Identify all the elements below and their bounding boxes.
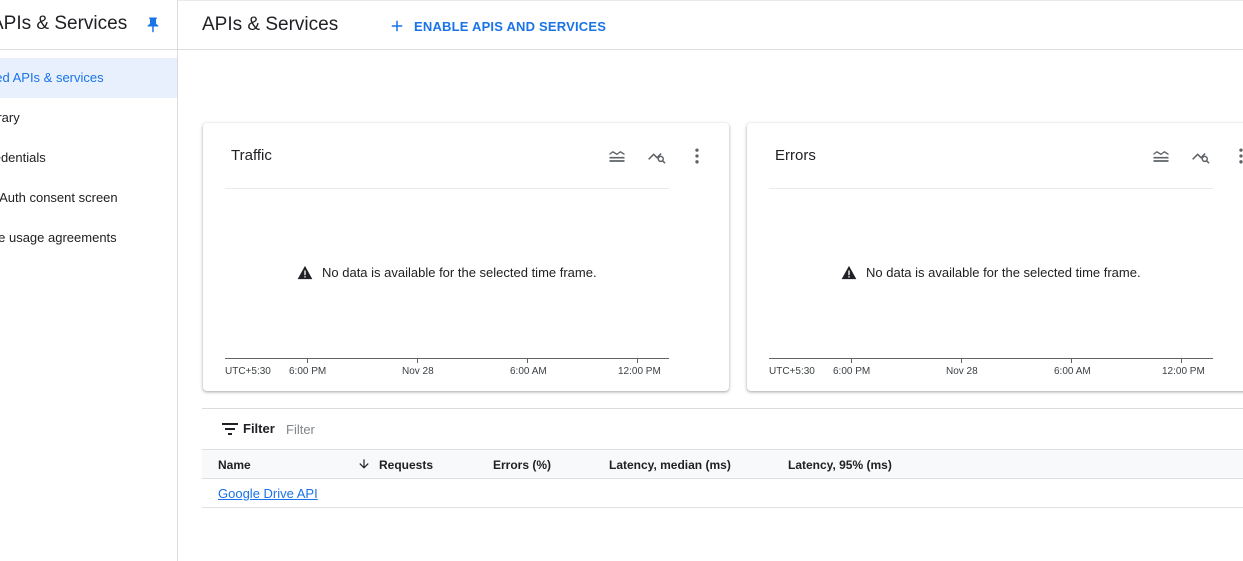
warning-icon [841,265,857,280]
x-axis [769,358,1213,359]
axis-tick [307,359,308,363]
card-divider [225,188,669,189]
sidebar-item-credentials[interactable]: Credentials [0,138,177,178]
plus-icon [391,20,403,32]
sidebar-item-label: OAuth consent screen [0,190,118,205]
legend-icon[interactable] [1151,146,1171,166]
sidebar-item-label: Enabled APIs & services [0,70,104,85]
sidebar-item-library[interactable]: Library [0,98,177,138]
no-data-message: No data is available for the selected ti… [841,265,1141,280]
page-title: APIs & Services [202,14,339,35]
traffic-card: Traffic No data is available for the sel… [203,123,729,391]
no-data-message: No data is available for the selected ti… [297,265,597,280]
more-vert-icon[interactable] [687,146,707,166]
axis-tick [1071,359,1072,363]
axis-label: UTC+5:30 [769,366,815,377]
no-data-text: No data is available for the selected ti… [866,265,1141,280]
sidebar-item-label: Page usage agreements [0,230,117,245]
top-bar: APIs & Services ENABLE APIS AND SERVICES [178,0,1243,50]
axis-tick [417,359,418,363]
sidebar-header: APIs & Services [0,0,177,50]
table-header: Name Requests Errors (%) Latency, median… [202,449,1243,479]
api-name-link[interactable]: Google Drive API [218,486,318,501]
axis-tick [637,359,638,363]
card-divider [769,188,1213,189]
axis-label: 12:00 PM [1162,366,1205,377]
sidebar-item-oauth-consent[interactable]: OAuth consent screen [0,178,177,218]
enable-apis-label: ENABLE APIS AND SERVICES [414,18,607,34]
sidebar: APIs & Services Enabled APIs & services … [0,0,178,561]
card-title: Traffic [231,147,272,164]
no-data-text: No data is available for the selected ti… [322,265,597,280]
axis-tick [1181,359,1182,363]
filter-label: Filter [243,421,275,436]
column-header-name[interactable]: Name [218,458,251,472]
pin-icon[interactable] [144,16,162,34]
explore-chart-icon[interactable] [647,146,667,166]
table-row: Google Drive API [202,479,1243,508]
x-axis [225,358,669,359]
axis-label: 6:00 PM [289,366,327,377]
filter-list-icon[interactable] [222,422,238,436]
sidebar-item-label: Credentials [0,150,46,165]
column-header-latency-95[interactable]: Latency, 95% (ms) [788,458,892,472]
axis-label: Nov 28 [946,366,978,377]
filter-input[interactable] [286,417,586,441]
legend-icon[interactable] [607,146,627,166]
sidebar-title: APIs & Services [0,13,128,34]
axis-tick [851,359,852,363]
axis-label: 12:00 PM [618,366,661,377]
sidebar-item-page-usage[interactable]: Page usage agreements [0,218,177,258]
axis-tick [527,359,528,363]
filter-bar: Filter [202,408,1243,449]
sidebar-item-label: Library [0,110,20,125]
axis-tick [961,359,962,363]
errors-card: Errors No data is available for the sele… [747,123,1243,391]
more-vert-icon[interactable] [1231,146,1243,166]
warning-icon [297,265,313,280]
arrow-downward-icon[interactable] [357,457,371,471]
axis-label: 6:00 AM [510,366,547,377]
explore-chart-icon[interactable] [1191,146,1211,166]
column-header-errors[interactable]: Errors (%) [493,458,551,472]
axis-label: Nov 28 [402,366,434,377]
sidebar-item-enabled-apis[interactable]: Enabled APIs & services [0,58,177,98]
axis-label: 6:00 PM [833,366,871,377]
column-header-latency-median[interactable]: Latency, median (ms) [609,458,731,472]
axis-label: 6:00 AM [1054,366,1091,377]
enable-apis-button[interactable]: ENABLE APIS AND SERVICES [388,14,606,38]
column-header-requests[interactable]: Requests [379,458,433,472]
axis-label: UTC+5:30 [225,366,271,377]
card-title: Errors [775,147,816,164]
